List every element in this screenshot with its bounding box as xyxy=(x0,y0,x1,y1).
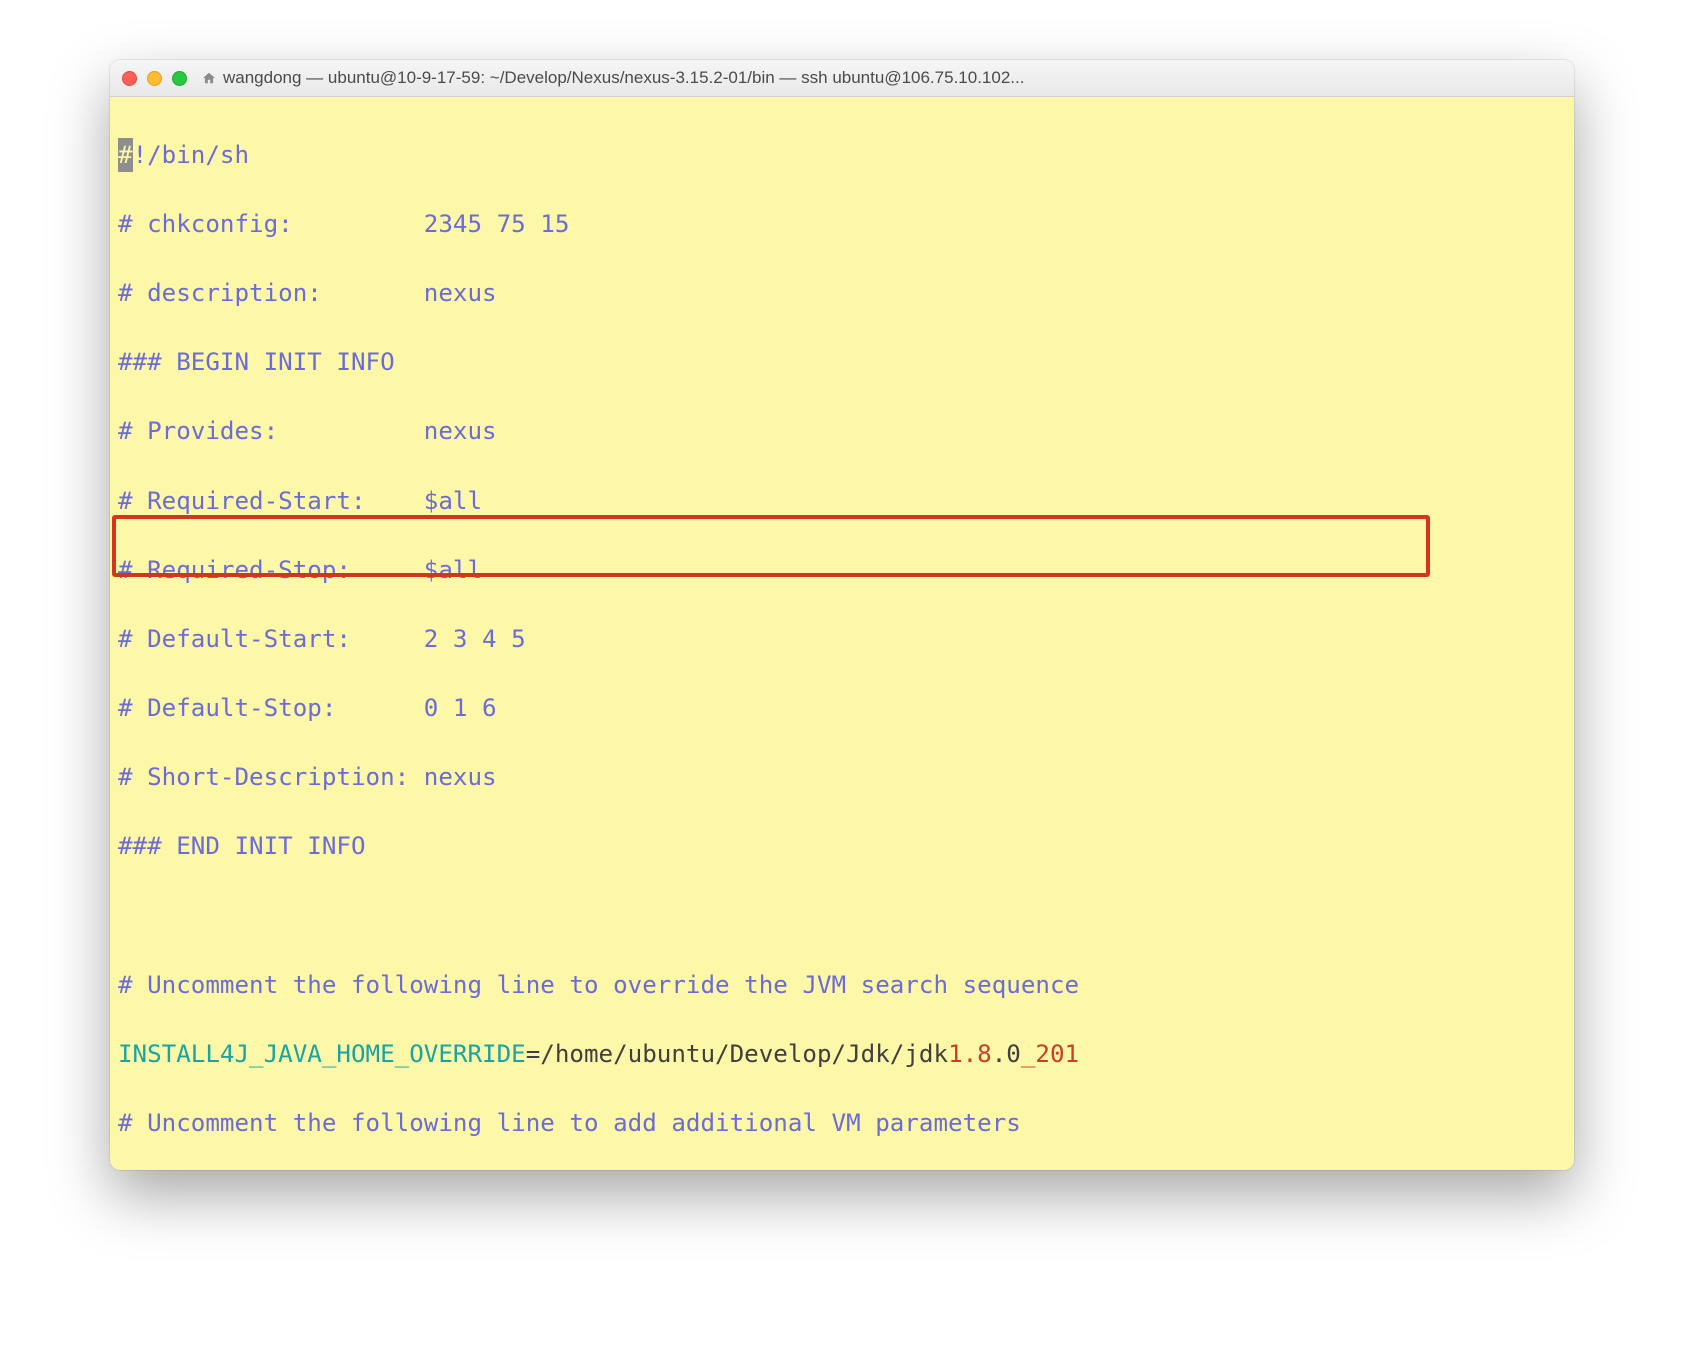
cursor: # xyxy=(118,138,133,173)
code-line: ### END INIT INFO xyxy=(118,829,1566,864)
code-line: # description: nexus xyxy=(118,276,1566,311)
code-line: # chkconfig: 2345 75 15 xyxy=(118,207,1566,242)
code-line: INSTALL4J_JAVA_HOME_OVERRIDE=/home/ubunt… xyxy=(118,1037,1566,1072)
minimize-button[interactable] xyxy=(147,71,162,86)
code-line: # Uncomment the following line to overri… xyxy=(118,968,1566,1003)
code-line: ### BEGIN INIT INFO xyxy=(118,345,1566,380)
terminal-content[interactable]: #!/bin/sh # chkconfig: 2345 75 15 # desc… xyxy=(110,97,1574,1170)
close-button[interactable] xyxy=(122,71,137,86)
traffic-lights xyxy=(122,71,187,86)
home-icon xyxy=(201,71,217,85)
code-line: # Required-Start: $all xyxy=(118,484,1566,519)
code-line: # Short-Description: nexus xyxy=(118,760,1566,795)
code-line: # Default-Stop: 0 1 6 xyxy=(118,691,1566,726)
code-line: # Default-Start: 2 3 4 5 xyxy=(118,622,1566,657)
blank-line xyxy=(118,899,1566,934)
code-line: !/bin/sh xyxy=(133,141,250,169)
window-title: wangdong — ubuntu@10-9-17-59: ~/Develop/… xyxy=(223,68,1562,88)
titlebar[interactable]: wangdong — ubuntu@10-9-17-59: ~/Develop/… xyxy=(110,60,1574,97)
code-line: # Uncomment the following line to add ad… xyxy=(118,1106,1566,1141)
terminal-window: wangdong — ubuntu@10-9-17-59: ~/Develop/… xyxy=(110,60,1574,1170)
maximize-button[interactable] xyxy=(172,71,187,86)
code-line: # Provides: nexus xyxy=(118,414,1566,449)
code-line: # Required-Stop: $all xyxy=(118,553,1566,588)
